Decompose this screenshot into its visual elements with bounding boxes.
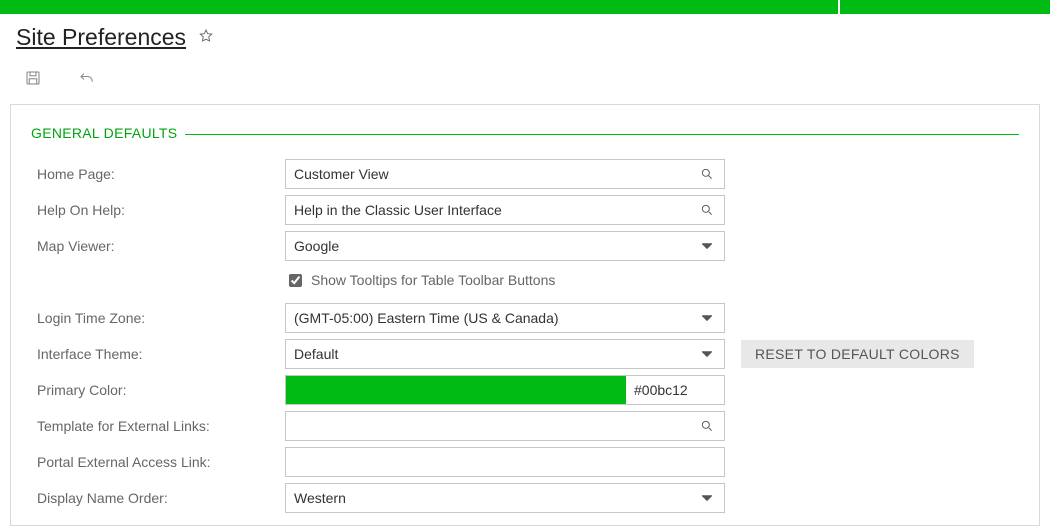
template-ext-lookup[interactable]	[285, 411, 725, 441]
page-title: Site Preferences	[16, 24, 186, 51]
help-on-help-value: Help in the Classic User Interface	[294, 202, 698, 218]
row-show-tooltips: Show Tooltips for Table Toolbar Buttons	[31, 265, 1019, 299]
map-viewer-select[interactable]: Google	[285, 231, 725, 261]
display-name-select[interactable]: Western	[285, 483, 725, 513]
app-top-bar	[0, 0, 1050, 14]
interface-theme-value: Default	[294, 346, 698, 362]
label-template-ext: Template for External Links:	[31, 418, 285, 434]
settings-panel: GENERAL DEFAULTS Home Page: Customer Vie…	[10, 104, 1040, 526]
interface-theme-select[interactable]: Default	[285, 339, 725, 369]
show-tooltips-input[interactable]	[289, 274, 302, 287]
show-tooltips-checkbox[interactable]: Show Tooltips for Table Toolbar Buttons	[285, 267, 725, 298]
label-primary-color: Primary Color:	[31, 382, 285, 398]
label-help-on-help: Help On Help:	[31, 202, 285, 218]
label-portal-ext: Portal External Access Link:	[31, 454, 285, 470]
chevron-down-icon[interactable]	[698, 313, 716, 323]
top-bar-segment	[840, 0, 1050, 14]
help-on-help-lookup[interactable]: Help in the Classic User Interface	[285, 195, 725, 225]
label-interface-theme: Interface Theme:	[31, 346, 285, 362]
chevron-down-icon[interactable]	[698, 493, 716, 503]
display-name-value: Western	[294, 490, 698, 506]
portal-ext-input[interactable]	[285, 447, 725, 477]
login-tz-select[interactable]: (GMT-05:00) Eastern Time (US & Canada)	[285, 303, 725, 333]
label-login-tz: Login Time Zone:	[31, 310, 285, 326]
search-icon[interactable]	[698, 419, 716, 433]
primary-color-field[interactable]: #00bc12	[285, 375, 725, 405]
row-help-on-help: Help On Help: Help in the Classic User I…	[31, 193, 1019, 227]
row-map-viewer: Map Viewer: Google	[31, 229, 1019, 263]
section-rule	[185, 134, 1019, 135]
section-title: GENERAL DEFAULTS	[31, 125, 177, 141]
row-primary-color: Primary Color: #00bc12	[31, 373, 1019, 407]
top-bar-segment	[0, 0, 838, 14]
search-icon[interactable]	[698, 167, 716, 181]
row-interface-theme: Interface Theme: Default RESET TO DEFAUL…	[31, 337, 1019, 371]
reset-colors-button[interactable]: RESET TO DEFAULT COLORS	[741, 340, 974, 368]
save-icon[interactable]	[24, 69, 42, 90]
home-page-lookup[interactable]: Customer View	[285, 159, 725, 189]
row-portal-ext: Portal External Access Link:	[31, 445, 1019, 479]
row-login-tz: Login Time Zone: (GMT-05:00) Eastern Tim…	[31, 301, 1019, 335]
row-home-page: Home Page: Customer View	[31, 157, 1019, 191]
home-page-value: Customer View	[294, 166, 698, 182]
favorite-star-icon[interactable]	[198, 28, 214, 47]
label-display-name: Display Name Order:	[31, 490, 285, 506]
show-tooltips-label: Show Tooltips for Table Toolbar Buttons	[311, 272, 555, 288]
undo-icon[interactable]	[78, 69, 96, 90]
primary-color-hex[interactable]: #00bc12	[626, 376, 724, 404]
search-icon[interactable]	[698, 203, 716, 217]
login-tz-value: (GMT-05:00) Eastern Time (US & Canada)	[294, 310, 698, 326]
row-display-name: Display Name Order: Western	[31, 481, 1019, 515]
map-viewer-value: Google	[294, 238, 698, 254]
row-template-ext: Template for External Links:	[31, 409, 1019, 443]
label-map-viewer: Map Viewer:	[31, 238, 285, 254]
chevron-down-icon[interactable]	[698, 241, 716, 251]
label-home-page: Home Page:	[31, 166, 285, 182]
chevron-down-icon[interactable]	[698, 349, 716, 359]
primary-color-swatch[interactable]	[286, 376, 626, 404]
